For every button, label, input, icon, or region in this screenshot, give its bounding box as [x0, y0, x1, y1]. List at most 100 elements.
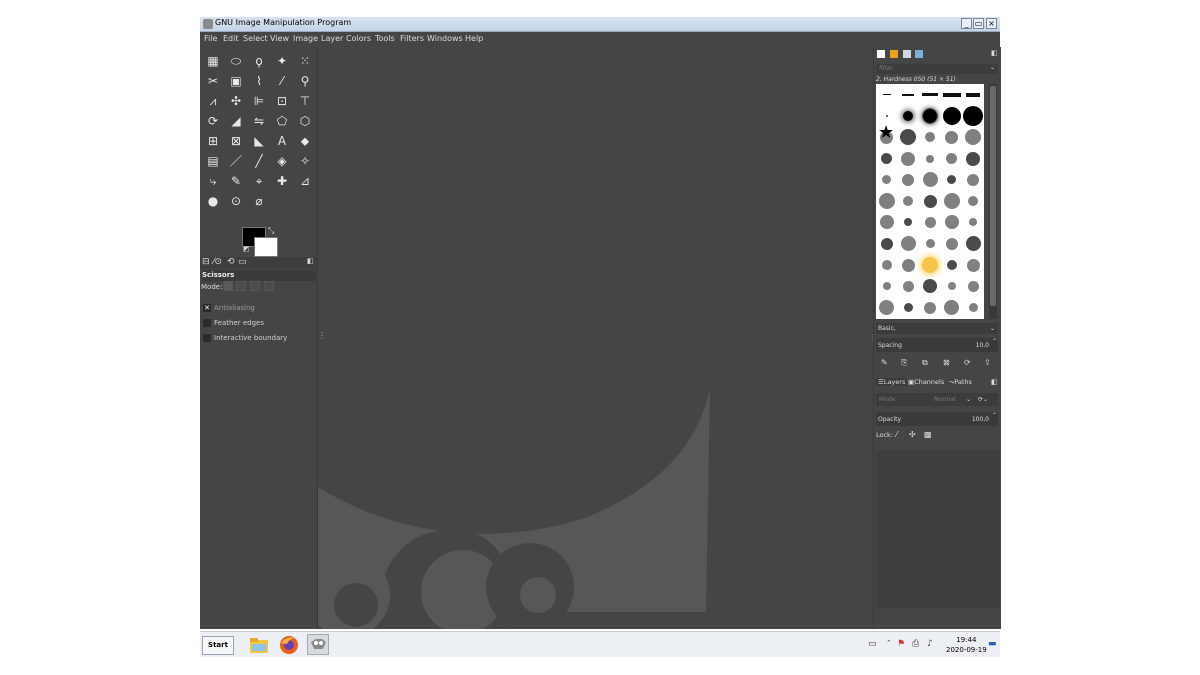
brush-preview[interactable]	[942, 92, 961, 97]
restore-button[interactable]: ▭	[973, 18, 984, 29]
tab-document-history-icon[interactable]	[915, 50, 923, 58]
tab-fonts-icon[interactable]	[903, 50, 911, 58]
menu-select[interactable]: Select	[243, 34, 268, 43]
tab-channels[interactable]: ▣Channels	[908, 378, 944, 386]
scroll-thumb[interactable]	[990, 86, 996, 306]
delete-brush-icon[interactable]: ⊠	[943, 358, 950, 367]
move-icon[interactable]: ✣	[226, 92, 246, 110]
default-colors-icon[interactable]: ◩	[243, 245, 250, 253]
brush-preview[interactable]	[880, 237, 893, 250]
brush-preview[interactable]	[902, 173, 915, 186]
spinner-icon[interactable]: ⌃	[992, 336, 997, 347]
tab-patterns-icon[interactable]	[890, 50, 898, 58]
brush-preview[interactable]	[903, 303, 913, 313]
tab-undo-history-icon[interactable]: ⟲	[227, 257, 235, 267]
align-icon[interactable]: ⊫	[249, 92, 269, 110]
refresh-brushes-icon[interactable]: ⟳	[964, 358, 971, 367]
brush-preview[interactable]	[922, 172, 938, 188]
brush-preview[interactable]	[967, 173, 980, 186]
perspective-clone-icon[interactable]: ⊿	[295, 172, 315, 190]
brush-preview[interactable]	[946, 153, 958, 165]
new-brush-icon[interactable]: ⎘	[901, 358, 907, 368]
image-canvas-area[interactable]: ⋮ ⋮	[318, 47, 873, 629]
tray-show-desktop-icon[interactable]: ▭	[868, 639, 877, 649]
brush-preview[interactable]	[968, 303, 978, 313]
mode-add-button[interactable]	[236, 281, 246, 291]
brush-preview[interactable]	[902, 280, 914, 292]
brush-preview[interactable]	[903, 110, 914, 121]
spacing-slider[interactable]: Spacing 10,0 ⌃	[876, 338, 998, 352]
mode-intersect-button[interactable]	[264, 281, 274, 291]
clone-icon[interactable]: ⌖	[249, 172, 269, 190]
menu-windows[interactable]: Windows	[427, 34, 463, 43]
brush-preview[interactable]	[924, 301, 936, 314]
brush-preview[interactable]	[924, 216, 936, 228]
menu-edit[interactable]: Edit	[223, 34, 239, 43]
rotate-icon[interactable]: ⟳	[203, 112, 223, 130]
volume-icon[interactable]: ♪	[927, 639, 933, 649]
brush-preview[interactable]	[944, 300, 960, 316]
cage-icon[interactable]: ⊠	[226, 132, 246, 150]
brush-preview[interactable]	[945, 237, 958, 250]
measure-icon[interactable]: ⩘	[203, 92, 223, 110]
brush-preview[interactable]	[879, 215, 894, 230]
brush-preview[interactable]	[900, 236, 916, 252]
tab-brushes-icon[interactable]	[877, 50, 885, 58]
layers-menu-icon[interactable]: ◧	[991, 378, 998, 386]
spinner-icon[interactable]: ⌃	[992, 410, 997, 421]
blend-icon[interactable]: ▤	[203, 152, 223, 170]
eraser-icon[interactable]: ◈	[272, 152, 292, 170]
text-icon[interactable]: A	[272, 132, 292, 150]
tab-paths[interactable]: ⤳Paths	[949, 378, 972, 387]
heal-icon[interactable]: ✚	[272, 172, 292, 190]
crop-icon[interactable]: ⊡	[272, 92, 292, 110]
brush-preview[interactable]	[947, 282, 956, 291]
panel-menu-icon[interactable]: ◧	[307, 257, 314, 265]
menu-tools[interactable]: Tools	[375, 34, 395, 43]
menu-view[interactable]: View	[270, 34, 289, 43]
shear-icon[interactable]: ◢	[226, 112, 246, 130]
zoom-icon[interactable]: ⚲	[295, 72, 315, 90]
lock-position-icon[interactable]: ✣	[909, 430, 916, 439]
tab-images-icon[interactable]: ▭	[238, 257, 247, 267]
brush-preview[interactable]	[925, 132, 935, 143]
title-bar[interactable]: GNU Image Manipulation Program _ ▭ ×	[200, 17, 1000, 32]
brush-preview[interactable]	[925, 239, 935, 249]
file-manager-icon[interactable]	[248, 634, 270, 655]
brush-preview[interactable]	[965, 129, 982, 146]
start-button[interactable]: Start	[202, 636, 234, 655]
free-select-icon[interactable]: ϙ	[249, 52, 269, 70]
language-icon[interactable]: ▬	[988, 639, 997, 649]
pencil-icon[interactable]: ／	[226, 152, 246, 170]
swap-colors-icon[interactable]: ⤡	[268, 226, 274, 236]
edit-brush-icon[interactable]: ✎	[881, 358, 888, 367]
airbrush-icon[interactable]: ✧	[295, 152, 315, 170]
left-dock-handle[interactable]: ⋮	[318, 331, 326, 340]
open-brush-as-image-icon[interactable]: ⇪	[984, 358, 991, 367]
dock-menu-icon[interactable]: ◧	[991, 49, 998, 57]
brush-filter-input[interactable]: filter ⌄	[876, 64, 998, 74]
brush-preview[interactable]	[963, 105, 984, 126]
network-icon[interactable]: ⚑	[897, 639, 905, 649]
mypaint-icon[interactable]: ✎	[226, 172, 246, 190]
brush-tag-select[interactable]: Basic, ⌄	[876, 323, 998, 334]
brush-preview[interactable]	[900, 129, 917, 146]
background-color-swatch[interactable]	[254, 237, 278, 257]
menu-colors[interactable]: Colors	[346, 34, 371, 43]
menu-help[interactable]: Help	[465, 34, 483, 43]
duplicate-brush-icon[interactable]: ⧉	[922, 358, 928, 368]
brush-preview[interactable]	[965, 236, 981, 252]
brush-preview[interactable]	[902, 93, 915, 96]
minimize-button[interactable]: _	[961, 18, 972, 29]
brush-preview[interactable]	[885, 114, 888, 117]
brush-preview[interactable]	[901, 151, 916, 166]
brush-grid[interactable]: ★	[876, 84, 984, 319]
brush-preview[interactable]	[966, 92, 981, 97]
brush-preview[interactable]	[882, 94, 891, 96]
brush-preview[interactable]	[942, 106, 961, 125]
menu-layer[interactable]: Layer	[321, 34, 343, 43]
unified-transform-icon[interactable]: ⊤	[295, 92, 315, 110]
brush-preview[interactable]	[904, 218, 913, 227]
brush-preview[interactable]	[969, 218, 978, 227]
scissors-icon[interactable]: ✂	[203, 72, 223, 90]
